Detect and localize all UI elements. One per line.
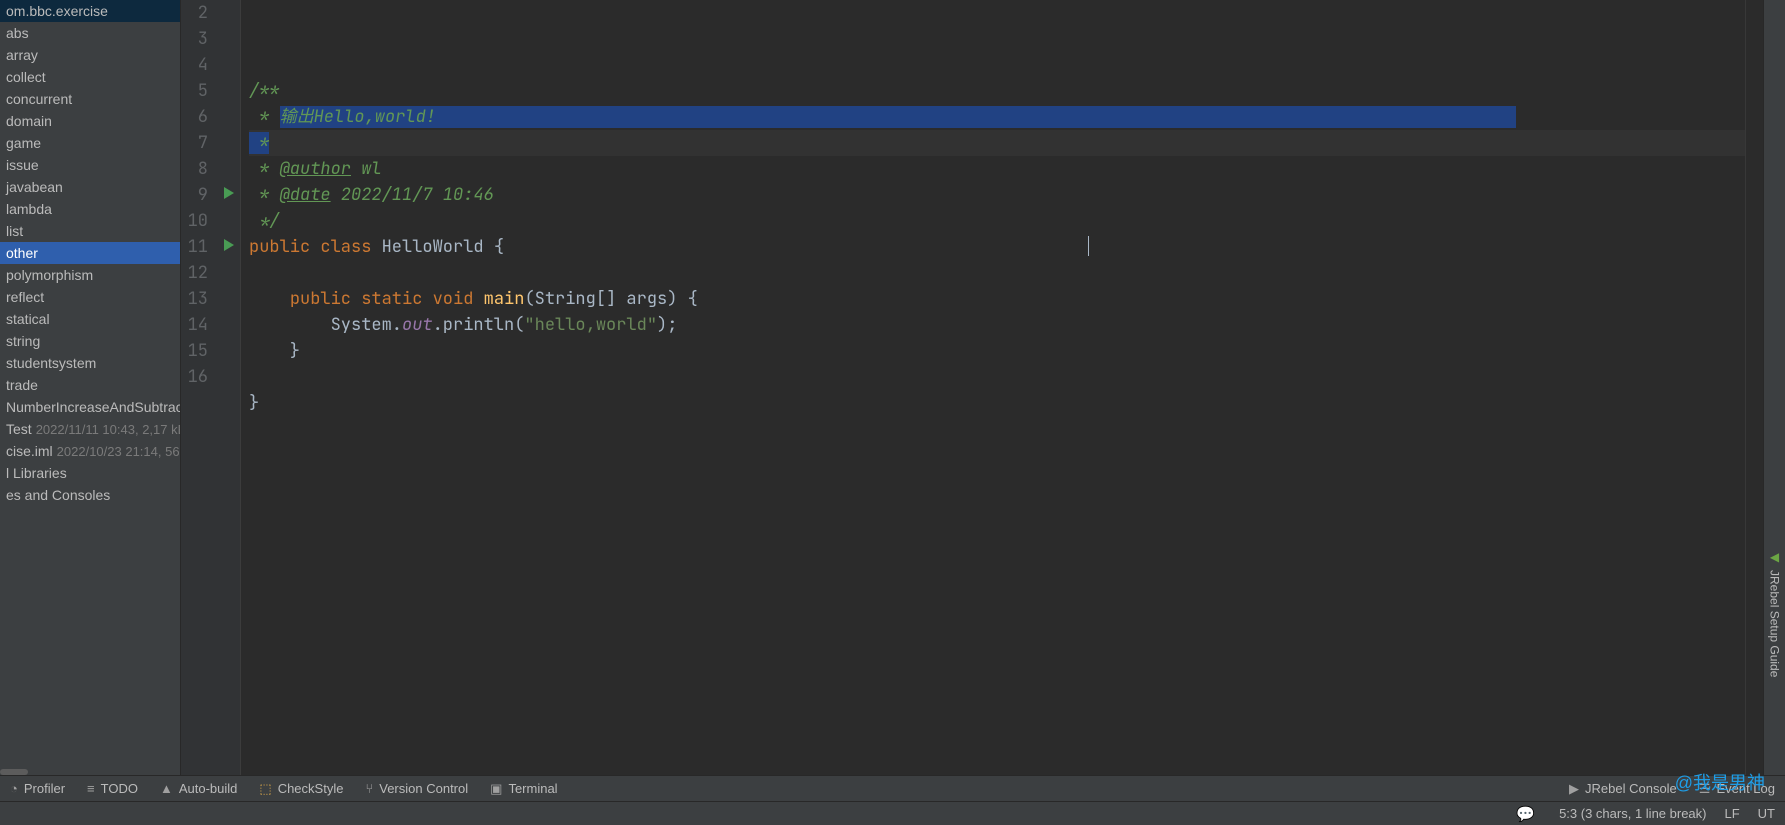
shield-icon: ⬚	[259, 781, 271, 797]
code-area[interactable]: /** * 输出Hello,world! * * @author wl * @d…	[241, 0, 1745, 775]
tool-window-bar: ◔Profiler ≡TODO ▲Auto-build ⬚CheckStyle …	[0, 775, 1785, 801]
tree-item-issue[interactable]: issue	[0, 154, 180, 176]
code-line[interactable]	[249, 260, 1745, 286]
line-number[interactable]: 3	[181, 26, 240, 52]
tree-item-lambda[interactable]: lambda	[0, 198, 180, 220]
status-bar: 💬 5:3 (3 chars, 1 line break) LF UT	[0, 801, 1785, 825]
horizontal-scrollbar[interactable]	[0, 767, 180, 775]
terminal-icon: ▣	[490, 781, 502, 797]
tree-item-string[interactable]: string	[0, 330, 180, 352]
tree-item-trade[interactable]: trade	[0, 374, 180, 396]
tree-item-list[interactable]: list	[0, 220, 180, 242]
line-number[interactable]: 15	[181, 338, 240, 364]
line-number[interactable]: 12	[181, 260, 240, 286]
line-number[interactable]: 16	[181, 364, 240, 390]
tree-item-domain[interactable]: domain	[0, 110, 180, 132]
code-line[interactable]: * @date 2022/11/7 10:46	[249, 182, 1745, 208]
tree-item-es-and-consoles[interactable]: es and Consoles	[0, 484, 180, 506]
code-line[interactable]: public static void main(String[] args) {	[249, 286, 1745, 312]
todo-tab[interactable]: ≡TODO	[87, 781, 138, 796]
line-number[interactable]: 5	[181, 78, 240, 104]
code-line[interactable]: }	[249, 390, 1745, 416]
tree-item-studentsystem[interactable]: studentsystem	[0, 352, 180, 374]
line-separator[interactable]: LF	[1724, 806, 1739, 821]
code-line[interactable]: * @author wl	[249, 156, 1745, 182]
run-gutter-icon[interactable]	[224, 187, 234, 199]
project-sidebar: om.bbc.exerciseabsarraycollectconcurrent…	[0, 0, 181, 775]
code-line[interactable]	[249, 416, 1745, 442]
tree-item-test[interactable]: Test2022/11/11 10:43, 2,17 kB	[0, 418, 180, 440]
code-line[interactable]	[249, 364, 1745, 390]
tree-item-array[interactable]: array	[0, 44, 180, 66]
code-line[interactable]: System.out.println("hello,world");	[249, 312, 1745, 338]
tree-item-numberincreaseandsubtrac[interactable]: NumberIncreaseAndSubtrac	[0, 396, 180, 418]
code-line[interactable]: */	[249, 208, 1745, 234]
tree-item-polymorphism[interactable]: polymorphism	[0, 264, 180, 286]
jrebel-icon: ▶	[1569, 781, 1579, 797]
gauge-icon: ◔	[10, 781, 18, 796]
line-number[interactable]: 9	[181, 182, 240, 208]
notification-icon[interactable]: 💬	[1516, 805, 1535, 823]
editor[interactable]: 2345678910111213141516 /** * 输出Hello,wor…	[181, 0, 1763, 775]
profiler-tab[interactable]: ◔Profiler	[10, 781, 65, 796]
line-number[interactable]: 13	[181, 286, 240, 312]
right-tool-strip[interactable]: ◀ JRebel Setup Guide	[1763, 0, 1785, 775]
tree-item-other[interactable]: other	[0, 242, 180, 264]
line-number[interactable]: 7	[181, 130, 240, 156]
error-stripe[interactable]	[1745, 0, 1763, 775]
autobuild-tab[interactable]: ▲Auto-build	[160, 781, 237, 796]
tree-item-l-libraries[interactable]: l Libraries	[0, 462, 180, 484]
line-number[interactable]: 14	[181, 312, 240, 338]
line-number[interactable]: 2	[181, 0, 240, 26]
jrebel-setup-label[interactable]: JRebel Setup Guide	[1768, 570, 1782, 677]
speech-icon: ☰	[1699, 781, 1711, 797]
gutter[interactable]: 2345678910111213141516	[181, 0, 241, 775]
run-gutter-icon[interactable]	[224, 239, 234, 251]
tree-item-game[interactable]: game	[0, 132, 180, 154]
line-number[interactable]: 4	[181, 52, 240, 78]
code-line[interactable]	[249, 52, 1745, 78]
tree-item-om-bbc-exercise[interactable]: om.bbc.exercise	[0, 0, 180, 22]
line-number[interactable]: 6	[181, 104, 240, 130]
event-log-tab[interactable]: ☰Event Log	[1699, 781, 1775, 797]
code-line[interactable]: }	[249, 338, 1745, 364]
code-line[interactable]: public class HelloWorld {	[249, 234, 1745, 260]
encoding[interactable]: UT	[1758, 806, 1775, 821]
tree-item-reflect[interactable]: reflect	[0, 286, 180, 308]
warning-icon: ▲	[160, 781, 173, 796]
tree-item-cise-iml[interactable]: cise.iml2022/10/23 21:14, 561	[0, 440, 180, 462]
code-line[interactable]: * 输出Hello,world!	[249, 104, 1745, 130]
vcs-tab[interactable]: ⑂Version Control	[365, 781, 468, 796]
code-line[interactable]: *	[249, 130, 1745, 156]
jrebel-icon: ◀	[1770, 550, 1779, 564]
tree-item-javabean[interactable]: javabean	[0, 176, 180, 198]
line-number[interactable]: 11	[181, 234, 240, 260]
tree-item-statical[interactable]: statical	[0, 308, 180, 330]
project-tree[interactable]: om.bbc.exerciseabsarraycollectconcurrent…	[0, 0, 180, 767]
cursor-position[interactable]: 5:3 (3 chars, 1 line break)	[1559, 806, 1706, 821]
checkstyle-tab[interactable]: ⬚CheckStyle	[259, 781, 343, 797]
code-line[interactable]: /**	[249, 78, 1745, 104]
text-cursor	[1088, 236, 1089, 256]
line-number[interactable]: 8	[181, 156, 240, 182]
tree-item-collect[interactable]: collect	[0, 66, 180, 88]
line-number[interactable]: 10	[181, 208, 240, 234]
branch-icon: ⑂	[365, 781, 373, 796]
terminal-tab[interactable]: ▣Terminal	[490, 781, 557, 797]
tree-item-abs[interactable]: abs	[0, 22, 180, 44]
list-icon: ≡	[87, 781, 95, 796]
jrebel-console-tab[interactable]: ▶JRebel Console	[1569, 781, 1677, 797]
tree-item-concurrent[interactable]: concurrent	[0, 88, 180, 110]
